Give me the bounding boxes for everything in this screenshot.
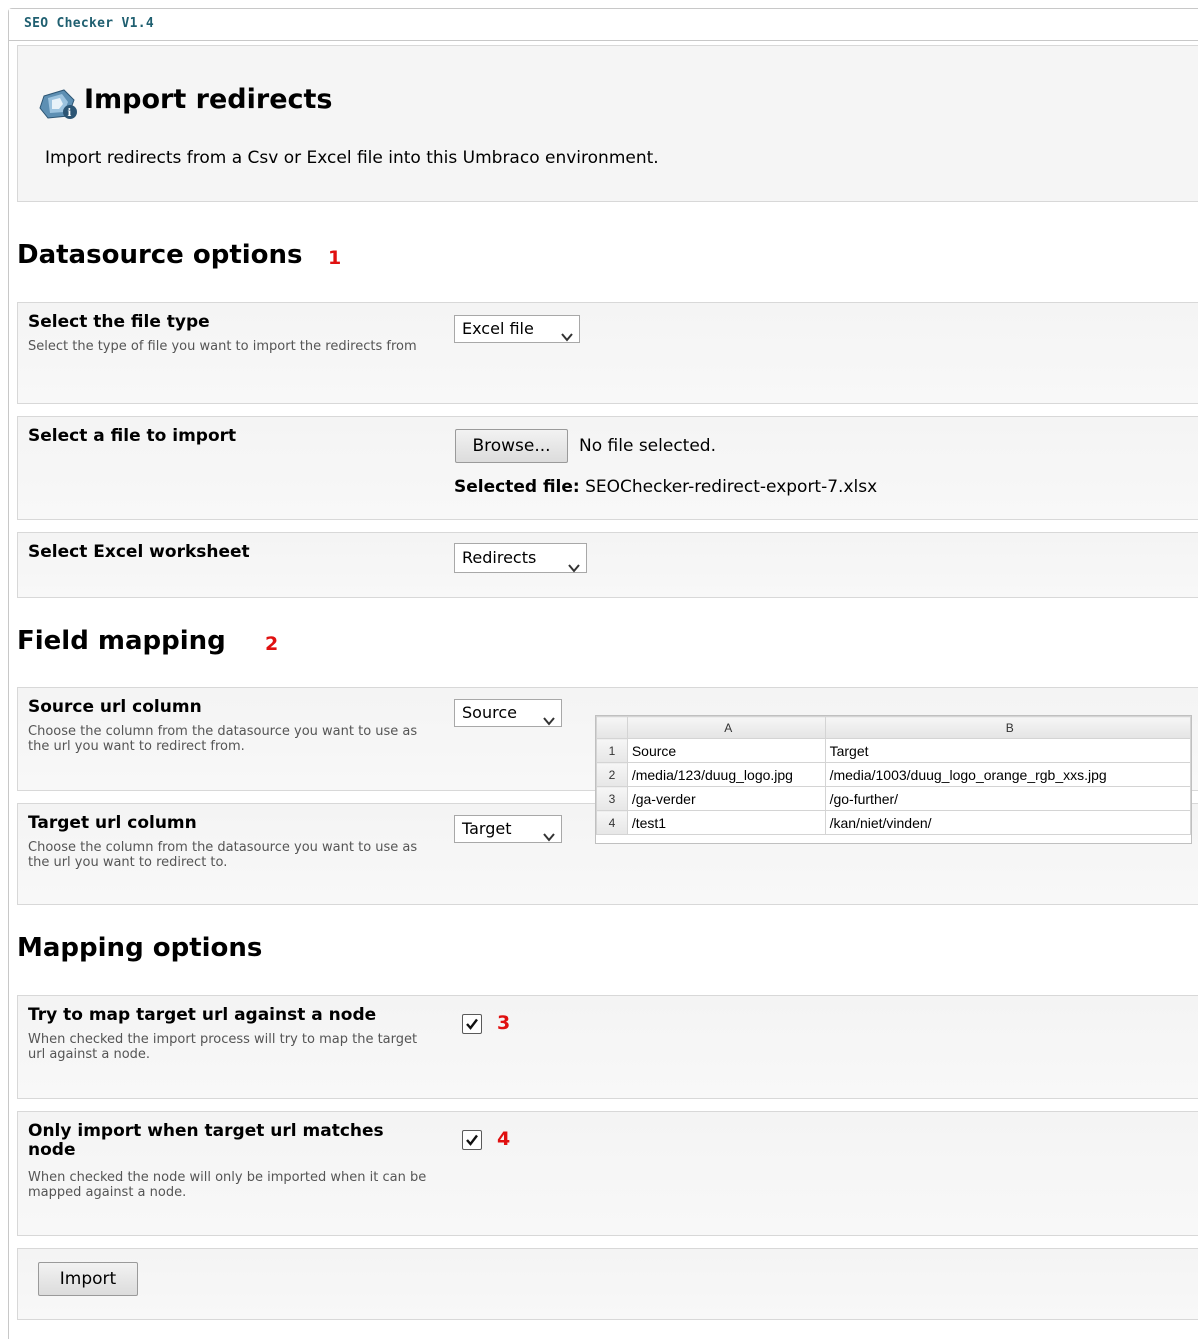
- page-description: Import redirects from a Csv or Excel fil…: [45, 148, 659, 168]
- datasource-marker: 1: [328, 247, 342, 269]
- worksheet-select[interactable]: Redirects: [454, 543, 587, 573]
- target-column-select[interactable]: Target: [454, 815, 562, 843]
- checkmark-icon: [466, 1134, 478, 1146]
- app-title: SEO Checker V1.4: [24, 16, 155, 31]
- file-type-value: Excel file: [462, 319, 534, 338]
- page-header: i Import redirects Import redirects from…: [17, 45, 1198, 202]
- file-type-description: Select the type of file you want to impo…: [28, 339, 417, 354]
- only-import-marker: 4: [497, 1128, 511, 1150]
- worksheet-value: Redirects: [462, 548, 537, 567]
- spreadsheet-cell: /media/123/duug_logo.jpg: [626, 762, 826, 787]
- selected-file-text: Selected file: SEOChecker-redirect-expor…: [454, 477, 877, 497]
- actions-row: Import: [17, 1248, 1198, 1320]
- only-import-description: When checked the node will only be impor…: [28, 1170, 427, 1200]
- try-map-marker: 3: [497, 1012, 511, 1034]
- chevron-down-icon: [568, 554, 580, 573]
- worksheet-label: Select Excel worksheet: [28, 542, 250, 562]
- spreadsheet-cell: Source: [626, 738, 826, 763]
- checkmark-icon: [466, 1018, 478, 1030]
- field-mapping-marker: 2: [265, 633, 279, 655]
- datasource-heading: Datasource options: [17, 240, 303, 270]
- spreadsheet-cell: /go-further/: [824, 786, 1191, 811]
- only-import-checkbox[interactable]: [462, 1130, 482, 1150]
- spreadsheet-cell: /ga-verder: [626, 786, 826, 811]
- spreadsheet-cell: /kan/niet/vinden/: [824, 810, 1191, 835]
- spreadsheet-corner: [596, 716, 628, 739]
- field-mapping-heading: Field mapping: [17, 626, 226, 656]
- only-import-row: Only import when target url matches node…: [17, 1111, 1198, 1236]
- selected-file-prefix: Selected file:: [454, 477, 580, 497]
- only-import-label: Only import when target url matches node: [28, 1121, 384, 1160]
- target-column-description: Choose the column from the datasource yo…: [28, 840, 418, 870]
- try-map-label: Try to map target url against a node: [28, 1005, 377, 1025]
- spreadsheet-row: 2 /media/123/duug_logo.jpg /media/1003/d…: [596, 762, 1191, 787]
- import-redirects-icon: i: [38, 86, 78, 122]
- try-map-checkbox[interactable]: [462, 1014, 482, 1034]
- file-type-label: Select the file type: [28, 312, 210, 332]
- chevron-down-icon: [561, 324, 573, 342]
- spreadsheet-preview: A B 1 Source Target 2 /media/123/duug_lo…: [595, 715, 1192, 844]
- svg-text:i: i: [68, 108, 72, 119]
- row-number: 1: [596, 738, 628, 763]
- target-column-label: Target url column: [28, 813, 197, 833]
- file-type-row: Select the file type Select the type of …: [17, 302, 1198, 404]
- spreadsheet-table: A B 1 Source Target 2 /media/123/duug_lo…: [596, 716, 1191, 835]
- chevron-down-icon: [543, 708, 555, 726]
- file-label: Select a file to import: [28, 426, 237, 446]
- browse-button[interactable]: Browse...: [455, 429, 568, 463]
- import-button[interactable]: Import: [38, 1262, 138, 1296]
- spreadsheet-row: 4 /test1 /kan/niet/vinden/: [596, 810, 1191, 835]
- try-map-description: When checked the import process will try…: [28, 1032, 418, 1062]
- worksheet-row: Select Excel worksheet Redirects: [17, 532, 1198, 598]
- spreadsheet-cell: Target: [824, 738, 1191, 763]
- page-title: Import redirects: [84, 84, 333, 115]
- spreadsheet-cell: /media/1003/duug_logo_orange_rgb_xxs.jpg: [824, 762, 1191, 787]
- row-number: 2: [596, 762, 628, 787]
- source-column-description: Choose the column from the datasource yo…: [28, 724, 418, 754]
- app-tabbar: SEO Checker V1.4: [9, 9, 1198, 41]
- mapping-options-heading: Mapping options: [17, 933, 263, 963]
- source-column-value: Source: [462, 703, 517, 722]
- spreadsheet-cell: /test1: [626, 810, 826, 835]
- try-map-row: Try to map target url against a node Whe…: [17, 995, 1198, 1099]
- spreadsheet-column-header: B: [824, 716, 1191, 739]
- chevron-down-icon: [543, 824, 555, 842]
- target-column-value: Target: [462, 819, 512, 838]
- source-column-label: Source url column: [28, 697, 202, 717]
- source-column-select[interactable]: Source: [454, 699, 562, 727]
- row-number: 4: [596, 810, 628, 835]
- row-number: 3: [596, 786, 628, 811]
- no-file-text: No file selected.: [579, 436, 716, 456]
- file-row: Select a file to import Browse... No fil…: [17, 416, 1198, 520]
- spreadsheet-row: 3 /ga-verder /go-further/: [596, 786, 1191, 811]
- spreadsheet-header-row: A B: [596, 716, 1191, 739]
- spreadsheet-column-header: A: [626, 716, 826, 739]
- spreadsheet-row: 1 Source Target: [596, 738, 1191, 763]
- selected-file-name: SEOChecker-redirect-export-7.xlsx: [585, 477, 878, 497]
- file-type-select[interactable]: Excel file: [454, 315, 580, 343]
